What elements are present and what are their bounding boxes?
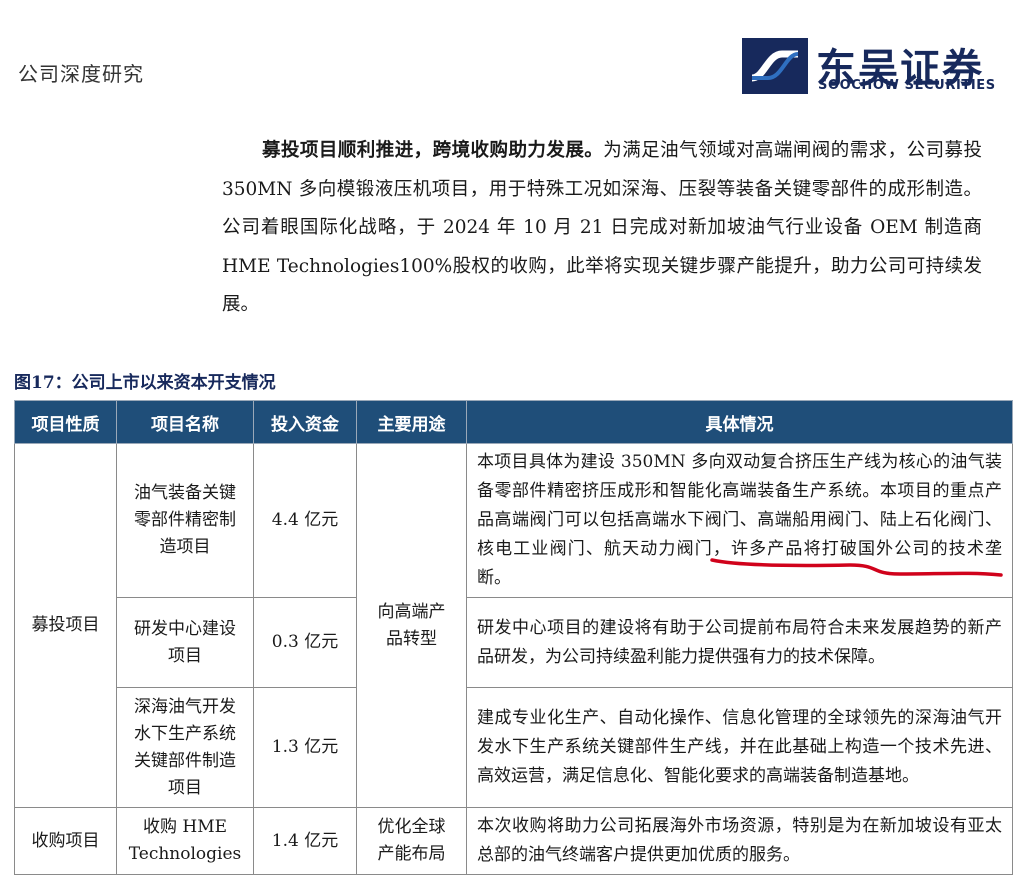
cell-amount: 1.3 亿元	[253, 687, 357, 808]
header-name: 项目名称	[116, 400, 254, 444]
table-header-row: 项目性质 项目名称 投入资金 主要用途 具体情况	[14, 400, 1013, 444]
table-row: 研发中心建设项目 0.3 亿元 研发中心项目的建设将有助于公司提前布局符合未来发…	[15, 597, 1013, 688]
cell-nature: 募投项目	[14, 443, 117, 808]
figure-title: 图17：公司上市以来资本开支情况	[14, 373, 276, 393]
cell-name: 油气装备关键零部件精密制造项目	[116, 443, 254, 598]
cell-detail: 建成专业化生产、自动化操作、信息化管理的全球领先的深海油气开发水下生产系统关键部…	[466, 687, 1013, 808]
report-header-title: 公司深度研究	[18, 62, 144, 86]
soochow-logo: 东吴证券 SOOCHOW SECURITIES	[742, 38, 995, 98]
cell-nature: 收购项目	[14, 807, 117, 875]
cell-amount: 1.4 亿元	[253, 807, 357, 875]
soochow-logo-icon	[742, 38, 808, 94]
cell-detail: 研发中心项目的建设将有助于公司提前布局符合未来发展趋势的新产品研发，为公司持续盈…	[466, 597, 1013, 688]
header-purpose: 主要用途	[356, 400, 467, 444]
cell-detail: 本次收购将助力公司拓展海外市场资源，特别是为在新加坡设有亚太总部的油气终端客户提…	[466, 807, 1013, 875]
cell-name: 深海油气开发水下生产系统关键部件制造项目	[116, 687, 254, 808]
cell-name: 研发中心建设项目	[116, 597, 254, 688]
capex-table: 项目性质 项目名称 投入资金 主要用途 具体情况 募投项目 油气装备关键零部件精…	[14, 400, 1013, 875]
cell-amount: 4.4 亿元	[253, 443, 357, 598]
cell-purpose: 优化全球产能布局	[356, 807, 467, 875]
body-paragraph: 募投项目顺利推进，跨境收购助力发展。为满足油气领域对高端闸阀的需求，公司募投 3…	[222, 132, 982, 325]
paragraph-body: 为满足油气领域对高端闸阀的需求，公司募投 350MN 多向模锻液压机项目，用于特…	[222, 140, 982, 315]
header-detail: 具体情况	[466, 400, 1013, 444]
paragraph-lead: 募投项目顺利推进，跨境收购助力发展。	[262, 140, 604, 161]
cell-detail: 本项目具体为建设 350MN 多向双动复合挤压生产线为核心的油气装备零部件精密挤…	[466, 443, 1013, 598]
table-row: 收购项目 收购 HME Technologies 1.4 亿元 优化全球产能布局…	[14, 807, 1013, 875]
cell-amount: 0.3 亿元	[253, 597, 357, 688]
header-amount: 投入资金	[253, 400, 357, 444]
table-row: 募投项目 油气装备关键零部件精密制造项目 4.4 亿元 向高端产品转型 本项目具…	[14, 443, 1013, 808]
header-nature: 项目性质	[14, 400, 117, 444]
table-row: 深海油气开发水下生产系统关键部件制造项目 1.3 亿元 建成专业化生产、自动化操…	[15, 687, 1013, 808]
cell-purpose: 向高端产品转型	[356, 443, 467, 808]
cell-name: 收购 HME Technologies	[116, 807, 254, 875]
logo-en-text: SOOCHOW SECURITIES	[818, 78, 996, 93]
